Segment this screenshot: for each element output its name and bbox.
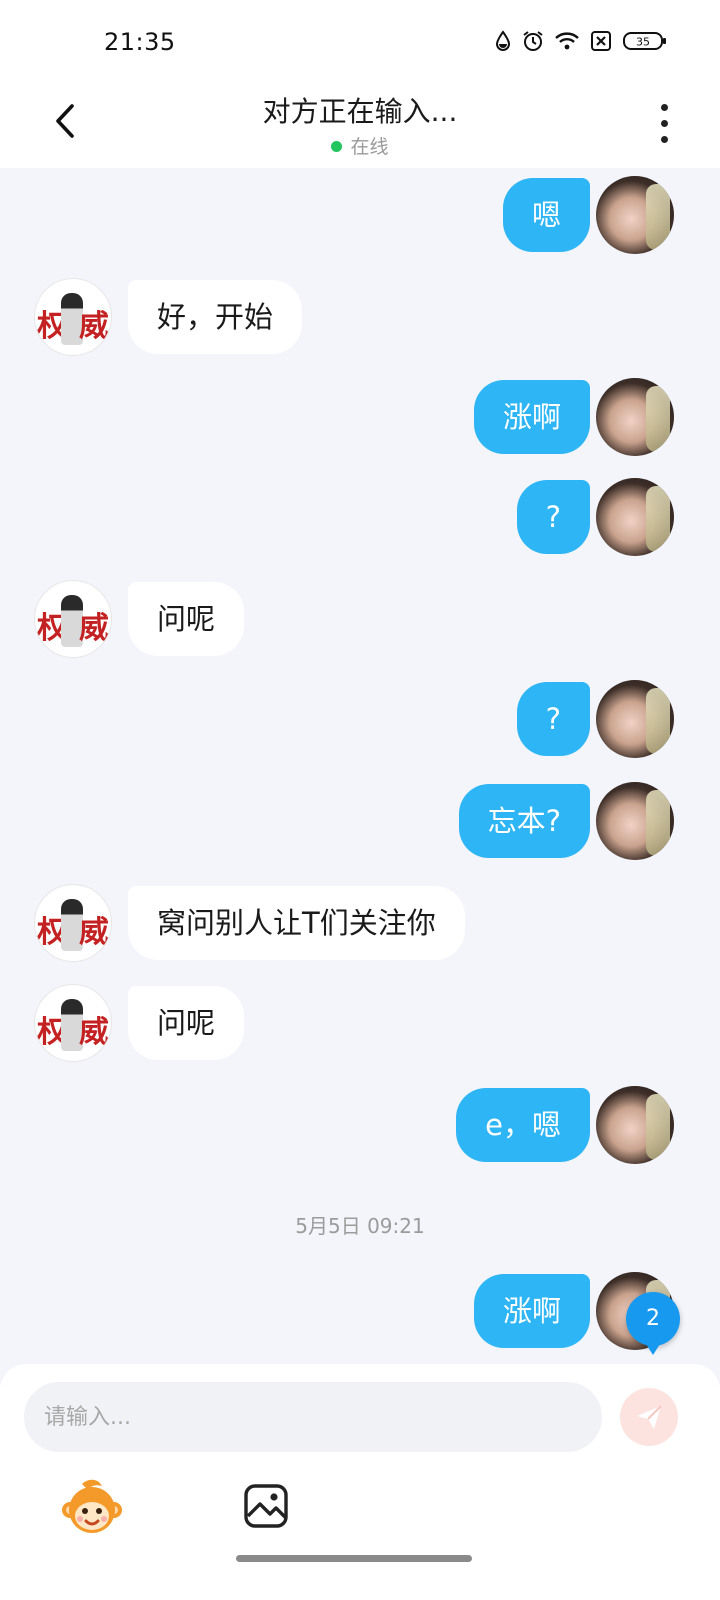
message-bubble[interactable]: ? xyxy=(516,682,590,756)
my-avatar[interactable] xyxy=(596,782,674,860)
message-bubble[interactable]: 涨啊 xyxy=(473,1274,590,1348)
chat-header: 对方正在输入... 在线 xyxy=(0,80,720,168)
image-picker-button[interactable] xyxy=(242,1482,290,1530)
my-avatar[interactable] xyxy=(596,176,674,254)
peer-avatar[interactable]: 权 威 xyxy=(34,278,112,356)
message-row-incoming: 权 威 问呢 xyxy=(0,580,720,660)
message-row-outgoing: 忘本? xyxy=(0,782,720,862)
paper-plane-icon xyxy=(637,1405,662,1429)
alarm-icon xyxy=(522,30,544,52)
my-avatar[interactable] xyxy=(596,478,674,556)
message-bubble[interactable]: 问呢 xyxy=(128,582,245,656)
monkey-sticker-icon xyxy=(62,1479,122,1533)
message-bubble[interactable]: 好，开始 xyxy=(128,280,303,354)
more-vertical-icon xyxy=(660,103,668,111)
message-bubble[interactable]: 涨啊 xyxy=(473,380,590,454)
status-bar: 21:35 35 xyxy=(0,0,720,80)
message-bubble[interactable]: 窝问别人让T们关注你 xyxy=(128,886,465,960)
message-row-outgoing: 涨啊 xyxy=(0,1272,720,1352)
message-row-outgoing: 涨啊 xyxy=(0,378,720,458)
message-bubble[interactable]: 忘本? xyxy=(458,784,590,858)
message-bubble[interactable]: ? xyxy=(516,480,590,554)
message-bubble[interactable]: 问呢 xyxy=(128,986,245,1060)
message-row-incoming: 权 威 好，开始 xyxy=(0,278,720,358)
online-status: 在线 xyxy=(0,132,720,159)
battery-level: 35 xyxy=(636,36,650,49)
peer-avatar[interactable]: 权 威 xyxy=(34,884,112,962)
more-dot xyxy=(660,119,668,127)
chat-title: 对方正在输入... xyxy=(262,95,458,128)
message-input[interactable] xyxy=(24,1382,602,1452)
message-row-outgoing: ? xyxy=(0,478,720,558)
my-avatar[interactable] xyxy=(596,1086,674,1164)
status-icons: 35 xyxy=(494,30,668,52)
message-row-incoming: 权 威 问呢 xyxy=(0,984,720,1064)
composer xyxy=(0,1364,720,1600)
my-avatar[interactable] xyxy=(596,680,674,758)
more-dot xyxy=(660,135,668,143)
more-options-button[interactable] xyxy=(644,98,684,148)
message-row-outgoing: ? xyxy=(0,680,720,760)
online-dot-icon xyxy=(331,141,343,152)
my-avatar[interactable] xyxy=(596,378,674,456)
peer-avatar-char: 威 xyxy=(79,309,109,344)
message-row-outgoing: 嗯 xyxy=(0,176,720,256)
peer-avatar[interactable]: 权 威 xyxy=(34,580,112,658)
battery-icon: 35 xyxy=(622,30,668,52)
sticker-button[interactable] xyxy=(60,1476,124,1540)
message-bubble[interactable]: 嗯 xyxy=(502,178,590,252)
message-list[interactable]: 嗯 权 威 好，开始 涨啊 ? 权 威 问呢 ? 忘本? 权 威 窝问别人让T们… xyxy=(0,168,720,1392)
unread-count-badge[interactable]: 2 xyxy=(626,1292,680,1355)
send-button[interactable] xyxy=(620,1388,678,1446)
message-bubble[interactable]: e，嗯 xyxy=(456,1088,590,1162)
wifi-icon xyxy=(554,31,580,51)
peer-avatar[interactable]: 权 威 xyxy=(34,984,112,1062)
peer-avatar-char: 威 xyxy=(79,1015,109,1050)
peer-avatar-char: 威 xyxy=(79,611,109,646)
status-time: 21:35 xyxy=(104,28,176,56)
data-saver-icon xyxy=(494,30,512,52)
home-indicator[interactable] xyxy=(236,1555,472,1562)
image-icon xyxy=(244,1484,288,1528)
message-row-outgoing: e，嗯 xyxy=(0,1086,720,1166)
message-timestamp: 5月5日 09:21 xyxy=(295,1214,425,1238)
message-row-incoming: 权 威 窝问别人让T们关注你 xyxy=(0,884,720,964)
online-status-label: 在线 xyxy=(350,136,389,158)
sim-blocked-icon xyxy=(590,30,612,52)
peer-avatar-char: 威 xyxy=(79,915,109,950)
